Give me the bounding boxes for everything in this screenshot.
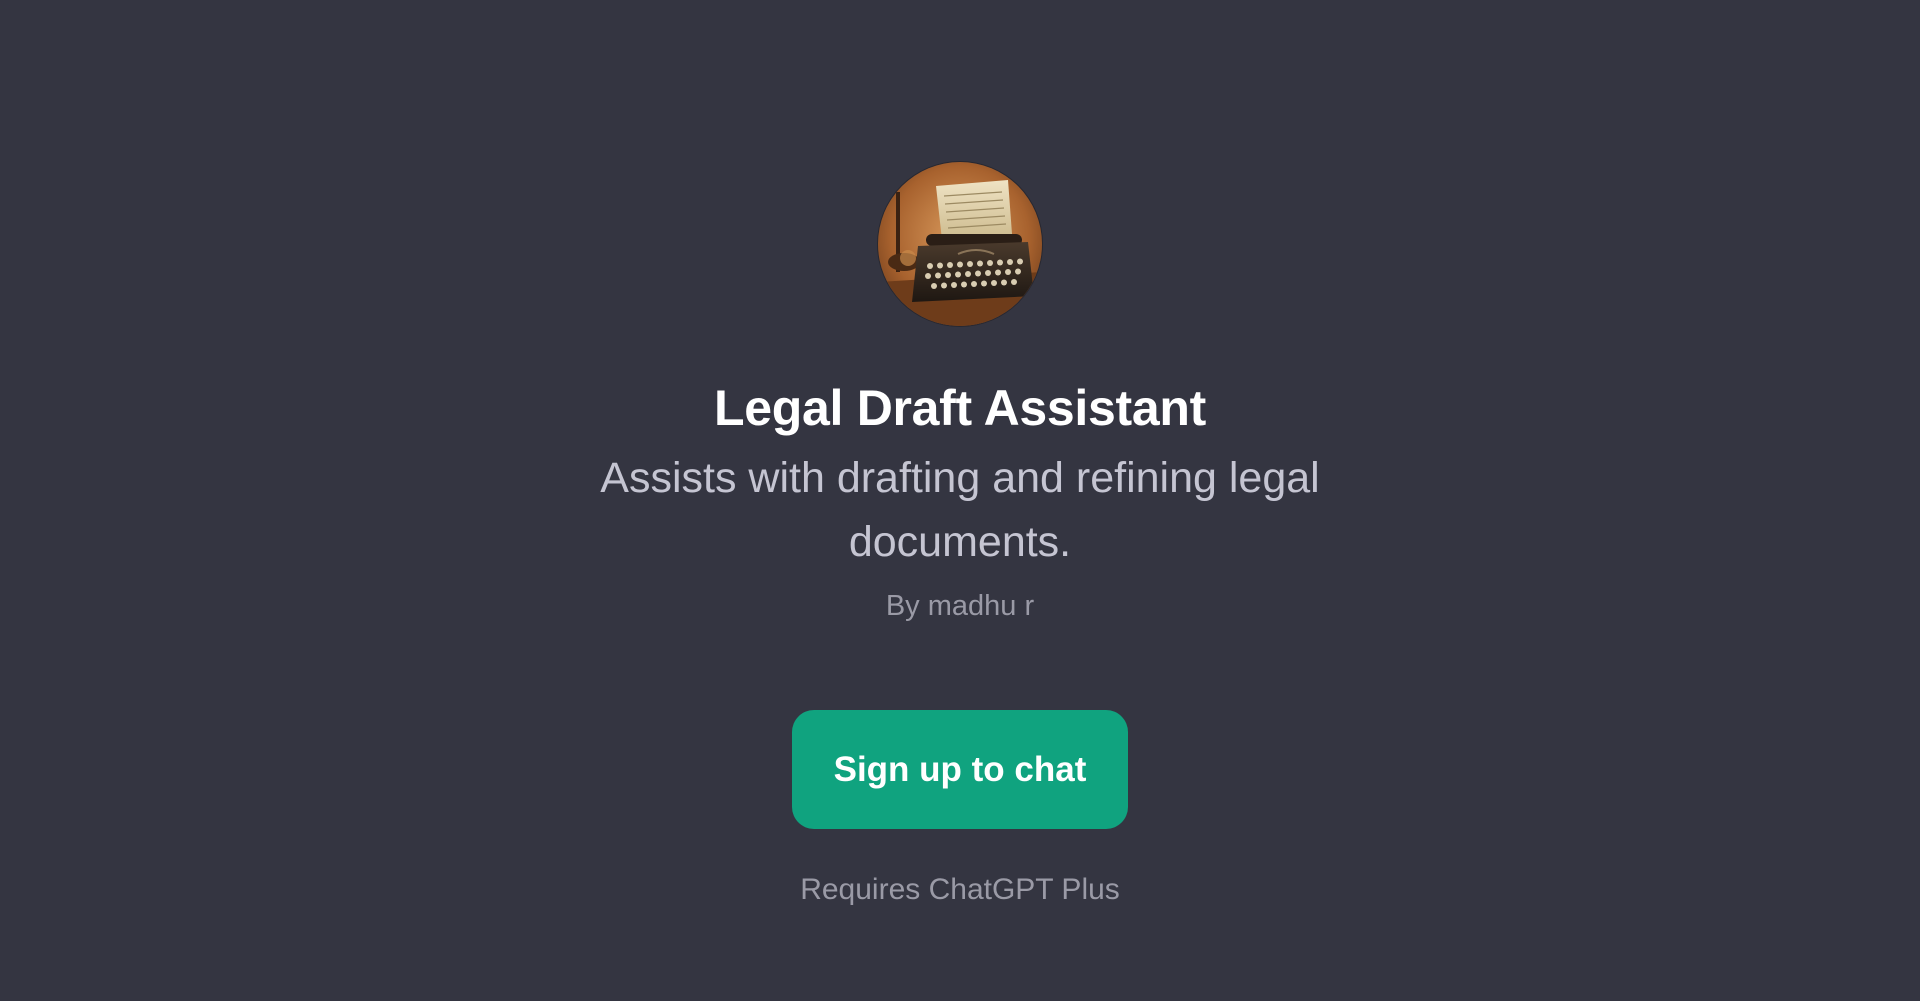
typewriter-avatar-icon bbox=[878, 162, 1042, 326]
requirement-note: Requires ChatGPT Plus bbox=[800, 873, 1120, 906]
sign-up-to-chat-button[interactable]: Sign up to chat bbox=[792, 710, 1128, 829]
gpt-author: By madhu r bbox=[885, 590, 1035, 622]
gpt-description: Assists with drafting and refining legal… bbox=[600, 454, 1320, 566]
gpt-title: Legal Draft Assistant bbox=[714, 380, 1206, 436]
gpt-landing-page: Legal Draft Assistant Assists with draft… bbox=[0, 0, 1920, 1001]
